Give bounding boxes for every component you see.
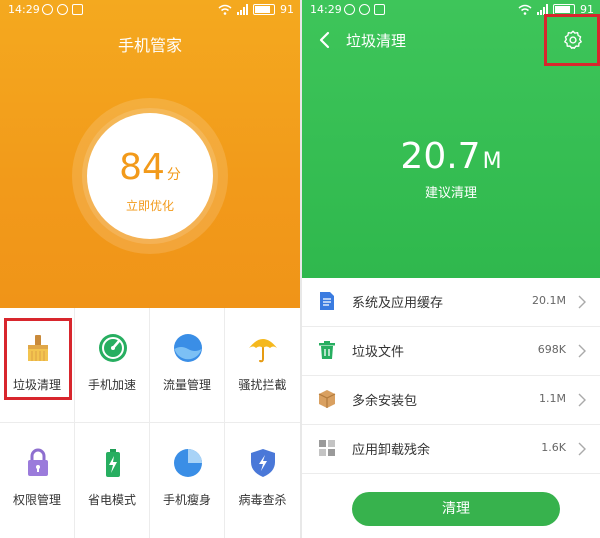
chevron-right-icon [578,295,586,309]
grid-item-data-management[interactable]: 流量管理 [150,308,225,423]
junk-item-size: 698K [537,343,566,356]
junk-item-name: 垃圾文件 [352,345,405,360]
notification-icons [42,4,83,15]
junk-row-residue[interactable]: 应用卸载残余 1.6K [302,425,600,474]
grid-item-label: 省电模式 [87,493,136,507]
notification-icon [359,4,370,15]
junk-item-name: 多余安装包 [352,394,418,409]
pie-chart-icon [174,449,202,477]
back-arrow-icon[interactable] [316,30,334,50]
notification-icons [344,4,385,15]
chevron-right-icon [578,442,586,456]
junk-row-cache[interactable]: 系统及应用缓存 20.1M [302,278,600,327]
junk-row-apk[interactable]: 多余安装包 1.1M [302,376,600,425]
highlight-box-settings [544,14,600,66]
image-icon [374,4,385,15]
notification-icon [42,4,53,15]
grid-item-harassment-block[interactable]: 骚扰拦截 [225,308,300,423]
battery-icon [253,4,275,15]
junk-item-name: 系统及应用缓存 [352,296,444,311]
page-title: 手机管家 [117,36,182,55]
grid-item-label: 手机加速 [87,378,136,392]
clean-button[interactable]: 清理 [352,492,560,526]
grid-item-label: 权限管理 [12,493,61,507]
optimize-label: 立即优化 [125,199,174,213]
grid-item-label: 手机瘦身 [162,493,211,507]
junk-item-size: 1.6K [541,441,566,454]
image-icon [72,4,83,15]
notification-icon [344,4,355,15]
status-time: 14:29 [310,3,342,16]
battery-level: 91 [280,3,294,16]
notification-icon [57,4,68,15]
data-traffic-icon [174,334,202,362]
clean-advice: 建议清理 [424,186,477,201]
grid-item-virus-scan[interactable]: 病毒查杀 [225,423,300,538]
package-box-icon [318,390,336,408]
status-bar: 14:29 91 [0,0,300,20]
junk-clean-screen: 14:29 91 垃圾清理 20.7M 建议清理 系统及应用缓存 20.1M 垃… [302,0,600,538]
junk-size-unit: M [482,149,502,174]
grid-item-permission-manage[interactable]: 权限管理 [0,423,75,538]
umbrella-icon [249,339,277,363]
speedometer-icon [99,334,127,362]
chevron-right-icon [578,393,586,407]
wifi-icon [218,4,232,15]
grid-item-label: 病毒查杀 [238,493,287,507]
junk-item-size: 1.1M [539,392,566,405]
grid-item-power-saving[interactable]: 省电模式 [75,423,150,538]
junk-size: 20.7M [302,136,600,177]
grid-item-label: 骚扰拦截 [238,378,287,392]
wifi-icon [518,4,532,15]
junk-row-trash[interactable]: 垃圾文件 698K [302,327,600,376]
signal-icon [237,4,248,15]
optimize-score-button[interactable]: 84 分 立即优化 [87,113,213,239]
junk-list: 系统及应用缓存 20.1M 垃圾文件 698K 多余安装包 1.1M 应用卸载残… [302,278,600,474]
trash-icon [319,341,335,359]
junk-item-size: 20.1M [532,294,566,307]
highlight-box-junk-clean [4,318,72,400]
grid-residue-icon [319,440,335,456]
junk-size-value: 20.7 [400,136,481,177]
score-unit: 分 [166,167,181,183]
shield-bolt-icon [251,449,275,477]
junk-item-name: 应用卸载残余 [352,443,431,458]
grid-item-phone-slim[interactable]: 手机瘦身 [150,423,225,538]
status-time: 14:29 [8,3,40,16]
phone-manager-screen: 14:29 91 手机管家 84 分 立即优化 垃圾清理 手机加速 流量管理 骚… [0,0,300,538]
battery-icon [106,449,120,477]
score-value: 84 [119,147,165,188]
grid-item-phone-speedup[interactable]: 手机加速 [75,308,150,423]
chevron-right-icon [578,344,586,358]
document-icon [320,292,334,310]
grid-item-label: 流量管理 [162,378,211,392]
lock-icon [28,448,48,476]
page-title: 垃圾清理 [346,32,407,50]
